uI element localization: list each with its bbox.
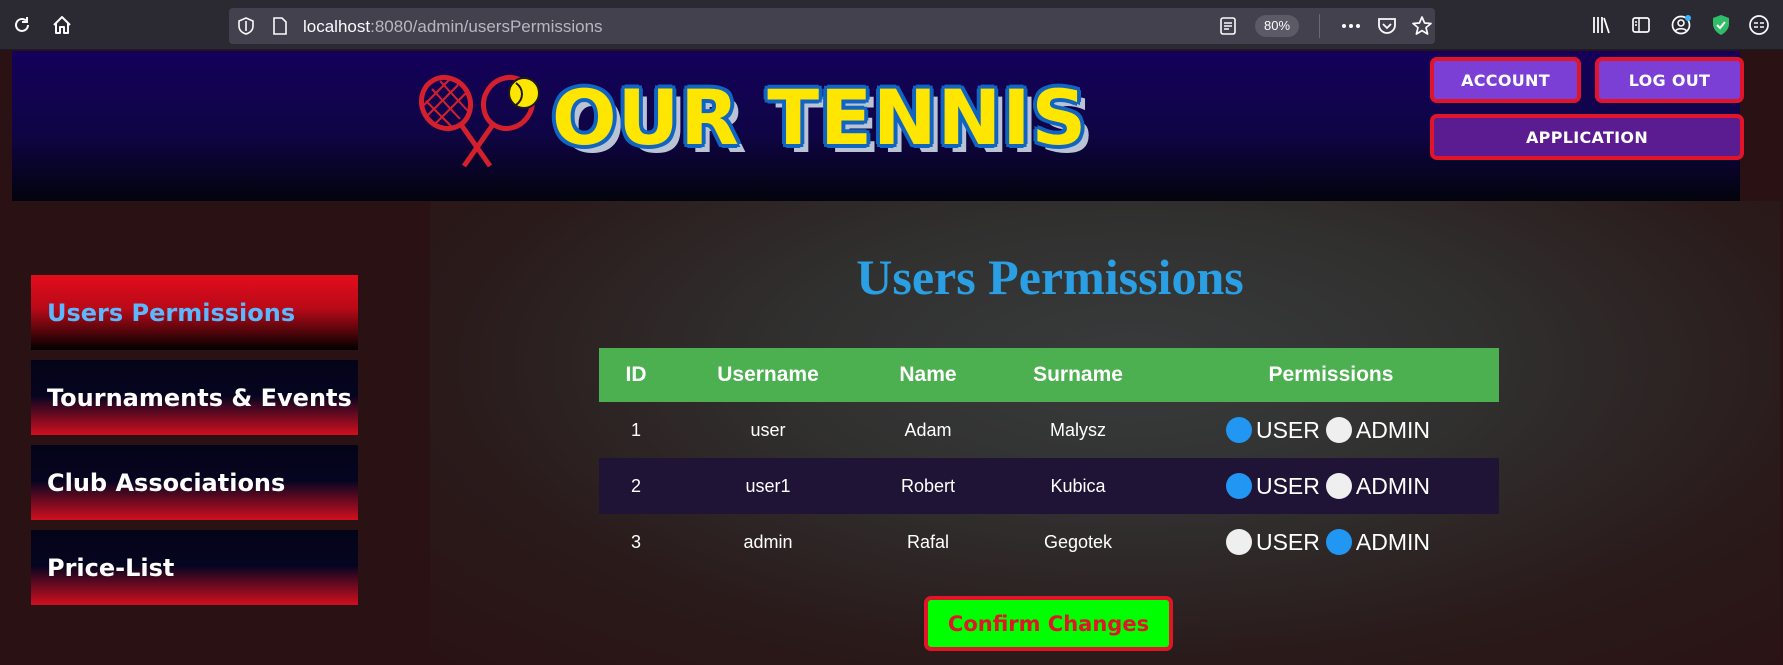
- application-button[interactable]: APPLICATION: [1430, 114, 1744, 160]
- cell-permissions: USER ADMIN: [1163, 458, 1499, 514]
- account-button[interactable]: ACCOUNT: [1430, 57, 1581, 103]
- table-row: 2 user1 Robert Kubica USER ADMIN: [599, 458, 1499, 514]
- radio-admin-label[interactable]: ADMIN: [1356, 417, 1430, 444]
- confirm-changes-button[interactable]: Confirm Changes: [924, 596, 1173, 651]
- column-header-id: ID: [599, 348, 673, 402]
- table-row: 3 admin Rafal Gegotek USER ADMIN: [599, 514, 1499, 570]
- radio-user-label[interactable]: USER: [1256, 529, 1320, 556]
- cell-name: Rafal: [906, 531, 950, 552]
- cell-surname: Gegotek: [1043, 531, 1113, 552]
- url-host: localhost: [303, 17, 371, 36]
- column-header-name: Name: [863, 348, 993, 402]
- bookmark-star-icon[interactable]: [1410, 14, 1434, 43]
- cell-surname: Malysz: [1049, 419, 1106, 440]
- cell-name: Robert: [863, 458, 993, 514]
- browser-toolbar: localhost:8080/admin/usersPermissions 80…: [0, 0, 1783, 50]
- permission-group: USER ADMIN: [1163, 473, 1499, 500]
- reader-view-icon[interactable]: [1219, 16, 1237, 41]
- shield-extension-icon[interactable]: [1707, 11, 1735, 39]
- tracking-shield-icon[interactable]: [237, 16, 255, 41]
- radio-admin-label[interactable]: ADMIN: [1356, 529, 1430, 556]
- radio-user-label[interactable]: USER: [1256, 473, 1320, 500]
- url-bar[interactable]: localhost:8080/admin/usersPermissions 80…: [229, 8, 1435, 44]
- permission-group: USER ADMIN: [1163, 417, 1499, 444]
- home-icon[interactable]: [47, 10, 77, 40]
- cell-permissions: USER ADMIN: [1163, 402, 1499, 458]
- site-header: OUR TENNIS ACCOUNT LOG OUT APPLICATION: [12, 51, 1744, 201]
- pocket-icon[interactable]: [1375, 14, 1399, 43]
- sidebar-item-users-permissions[interactable]: Users Permissions: [31, 275, 358, 350]
- table-header-row: ID Username Name Surname Permissions: [599, 348, 1499, 402]
- page-title: Users Permissions: [856, 249, 1244, 305]
- column-header-username: Username: [673, 348, 863, 402]
- column-header-surname: Surname: [993, 348, 1163, 402]
- cell-username: user1: [673, 458, 863, 514]
- table-row: 1 user Adam Malysz USER ADMIN: [599, 402, 1499, 458]
- radio-admin[interactable]: [1325, 529, 1352, 555]
- cell-name: Adam: [904, 419, 952, 440]
- sidebar-item-label: Price-List: [47, 553, 175, 582]
- radio-user[interactable]: [1225, 417, 1252, 443]
- radio-admin[interactable]: [1325, 473, 1352, 499]
- zoom-level[interactable]: 80%: [1255, 15, 1300, 37]
- cell-username: user: [750, 419, 786, 440]
- url-text[interactable]: localhost:8080/admin/usersPermissions: [303, 17, 603, 37]
- firefox-account-icon[interactable]: [1667, 11, 1695, 39]
- column-header-permissions: Permissions: [1163, 348, 1499, 402]
- url-path: :8080/admin/usersPermissions: [370, 17, 603, 36]
- radio-user[interactable]: [1225, 529, 1252, 555]
- permission-group: USER ADMIN: [1163, 529, 1499, 556]
- radio-admin[interactable]: [1325, 417, 1352, 443]
- more-actions-icon[interactable]: [1339, 14, 1363, 43]
- tennis-rackets-icon: [412, 71, 552, 176]
- cell-surname: Kubica: [993, 458, 1163, 514]
- page-info-icon[interactable]: [271, 16, 289, 41]
- cell-id: 3: [630, 531, 641, 552]
- sidebar-item-price-list[interactable]: Price-List: [31, 530, 358, 605]
- cell-id: 1: [630, 419, 641, 440]
- cell-username: admin: [743, 531, 793, 552]
- permissions-table: ID Username Name Surname Permissions 1 u…: [599, 348, 1499, 570]
- cell-permissions: USER ADMIN: [1163, 514, 1499, 570]
- cell-id: 2: [599, 458, 673, 514]
- sidebar-item-club-associations[interactable]: Club Associations: [31, 445, 358, 520]
- url-divider: [1319, 14, 1320, 38]
- site-logo[interactable]: OUR TENNIS: [552, 73, 1087, 162]
- extension-icon[interactable]: [1745, 11, 1773, 39]
- radio-user-label[interactable]: USER: [1256, 417, 1320, 444]
- sidebar-item-label: Users Permissions: [47, 298, 296, 327]
- sidebar-item-label: Tournaments & Events: [47, 383, 352, 412]
- sidebar-toggle-icon[interactable]: [1627, 11, 1655, 39]
- library-icon[interactable]: [1587, 11, 1615, 39]
- radio-admin-label[interactable]: ADMIN: [1356, 473, 1430, 500]
- sidebar-item-label: Club Associations: [47, 468, 286, 497]
- radio-user[interactable]: [1225, 473, 1252, 499]
- logout-button[interactable]: LOG OUT: [1595, 57, 1744, 103]
- reload-icon[interactable]: [7, 10, 37, 40]
- sidebar-item-tournaments-events[interactable]: Tournaments & Events: [31, 360, 358, 435]
